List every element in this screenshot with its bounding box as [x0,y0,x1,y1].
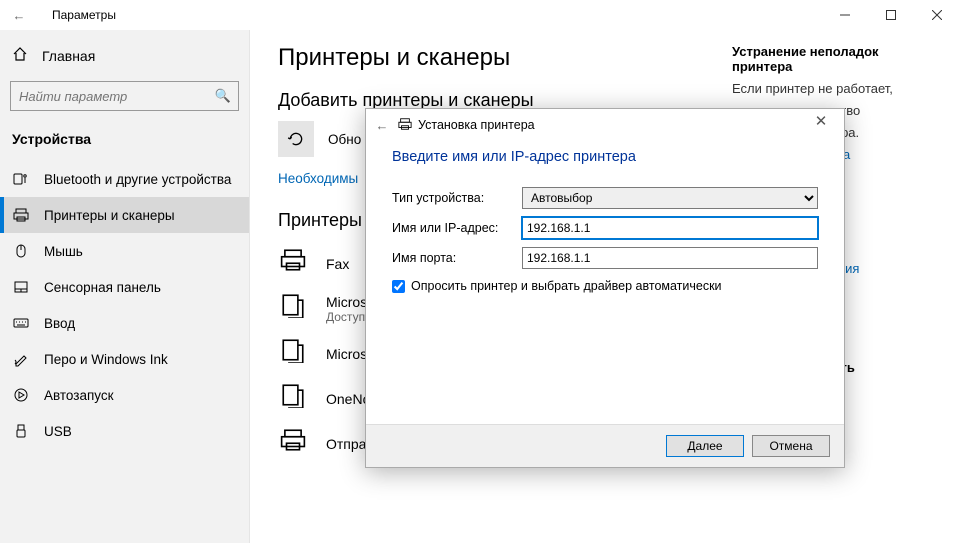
port-label: Имя порта: [392,251,522,265]
sidebar-search[interactable]: 🔍 [10,81,239,111]
window-controls [822,0,960,30]
sidebar: Главная 🔍 Устройства Bluetooth и другие … [0,30,250,543]
dialog-footer: Далее Отмена [366,424,844,467]
sidebar-item-usb[interactable]: USB [0,413,249,449]
aside-trouble-title: Устранение неполадок принтера [732,44,932,74]
printer-icon [278,382,308,415]
printer-name: Отпра [326,436,366,452]
aside-text: Если принтер не работает, [732,80,932,98]
add-printer-dialog: ← Установка принтера ✕ Введите имя или I… [365,108,845,468]
sidebar-item-mouse[interactable]: Мышь [0,233,249,269]
printer-name: Micros [326,294,367,310]
page-title: Принтеры и сканеры [278,44,702,72]
cancel-button[interactable]: Отмена [752,435,830,457]
sidebar-item-label: Ввод [44,316,75,331]
printer-icon [278,247,308,280]
sidebar-item-label: Bluetooth и другие устройства [44,172,231,187]
sidebar-item-label: Мышь [44,244,83,259]
sidebar-item-autoplay[interactable]: Автозапуск [0,377,249,413]
sidebar-category: Устройства [0,125,249,161]
auto-driver-label: Опросить принтер и выбрать драйвер автом… [411,279,722,293]
touchpad-icon [12,279,30,295]
search-icon: 🔍 [215,88,231,104]
device-type-select[interactable]: Автовыбор [522,187,818,209]
mouse-icon [12,243,30,259]
printer-icon [278,427,308,460]
refresh-label: Обно [328,132,361,147]
bluetooth-icon [12,171,30,187]
printer-icon [278,292,308,325]
printer-sub: Доступ [326,310,367,324]
printer-icon [278,337,308,370]
keyboard-icon [12,315,30,331]
pen-icon [12,351,30,367]
host-label: Имя или IP-адрес: [392,221,522,235]
printer-icon [398,117,412,134]
sidebar-item-label: Сенсорная панель [44,280,161,295]
titlebar: ← Параметры [0,0,960,30]
close-button[interactable] [914,0,960,30]
sidebar-home[interactable]: Главная [0,38,249,73]
next-button[interactable]: Далее [666,435,744,457]
dialog-title: Установка принтера [418,118,535,132]
dialog-back-icon[interactable]: ← [372,118,392,133]
home-icon [12,46,28,65]
host-input[interactable] [522,217,818,239]
sidebar-item-bluetooth[interactable]: Bluetooth и другие устройства [0,161,249,197]
sidebar-home-label: Главная [42,48,95,64]
window-title: Параметры [52,8,116,22]
sidebar-item-label: Автозапуск [44,388,114,403]
printer-name: OneNo [326,391,370,407]
port-input[interactable] [522,247,818,269]
minimize-button[interactable] [822,0,868,30]
auto-driver-checkbox[interactable] [392,280,405,293]
printer-icon [12,207,30,223]
sidebar-item-label: USB [44,424,72,439]
maximize-button[interactable] [868,0,914,30]
sidebar-item-typing[interactable]: Ввод [0,305,249,341]
sidebar-item-pen[interactable]: Перо и Windows Ink [0,341,249,377]
sidebar-item-label: Перо и Windows Ink [44,352,168,367]
dialog-titlebar: ← Установка принтера [366,109,844,141]
refresh-button[interactable] [278,121,314,157]
device-type-label: Тип устройства: [392,191,522,205]
printer-name: Micros [326,346,367,362]
printer-name: Fax [326,256,349,272]
dialog-close-button[interactable]: ✕ [806,112,836,130]
dialog-heading: Введите имя или IP-адрес принтера [392,149,818,165]
usb-icon [12,423,30,439]
sidebar-item-label: Принтеры и сканеры [44,208,175,223]
search-input[interactable] [10,81,239,111]
sidebar-item-printers[interactable]: Принтеры и сканеры [0,197,249,233]
autoplay-icon [12,387,30,403]
sidebar-item-touchpad[interactable]: Сенсорная панель [0,269,249,305]
refresh-icon [287,130,305,148]
back-arrow-icon[interactable]: ← [10,8,28,23]
